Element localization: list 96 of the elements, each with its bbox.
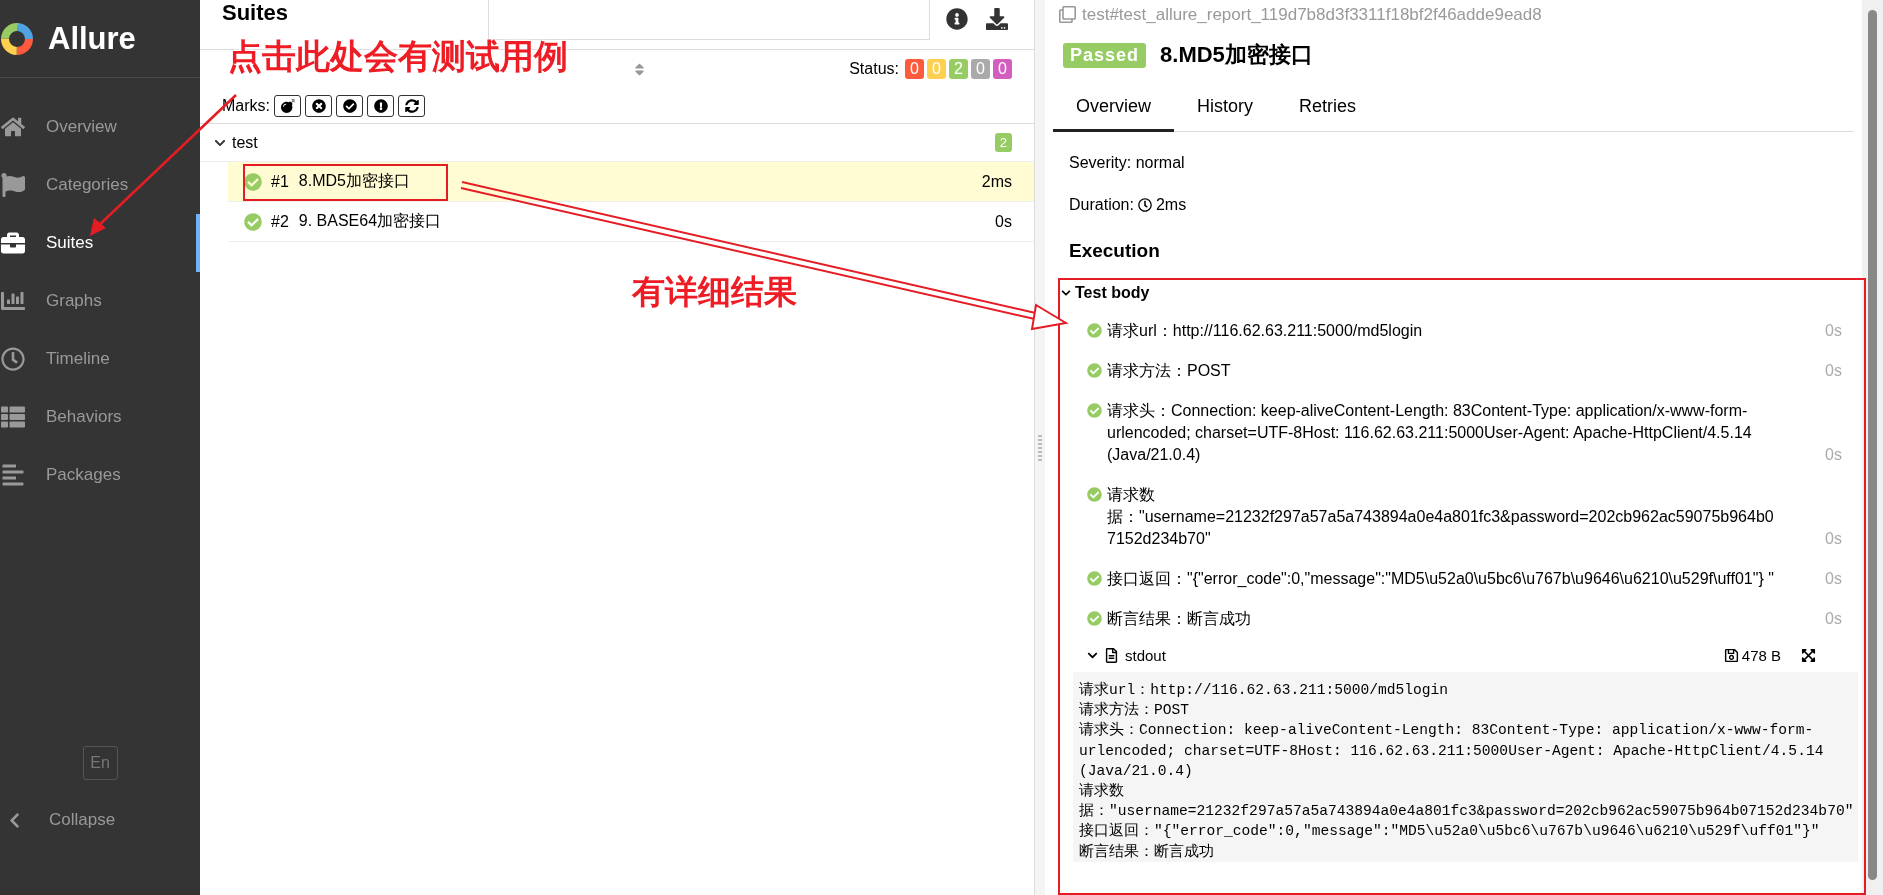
stdout-line: 请求数据："username=21232f297a57a5a743894a0e4a801fc3&password=202cb962ac59075b964b07152d234b70" — [1079, 781, 1854, 822]
stdout-line: 请求头：Connection: keep-aliveContent-Length: 83Content-Type: application/x-www-form-urlencoded; charset=UTF-8Host: 116.62.63.211:5000User-Agent: Apache-HttpClient/4.5.14 (Java/21.0.4) — [1079, 720, 1825, 781]
status-badge: Passed — [1063, 42, 1147, 68]
test-title: 8.MD5加密接口 — [1160, 41, 1313, 69]
step-text: 请求数据："username=21232f297a57a5a743894a0e4a801fc3&password=202cb962ac59075b964b07152d234b70" — [1107, 485, 1775, 549]
step-duration: 0s — [1824, 609, 1842, 629]
test-number: #1 — [271, 172, 289, 191]
check-icon — [342, 98, 357, 113]
mark-filter-button[interactable] — [367, 94, 394, 117]
nav-item[interactable]: Categories — [0, 156, 200, 214]
nav-label: Behaviors — [46, 407, 122, 427]
stdout-line: 断言结果：断言成功 — [1079, 842, 1215, 862]
step-duration: 0s — [1824, 569, 1842, 589]
step-duration: 0s — [1824, 445, 1842, 465]
test-count: 2 — [994, 133, 1012, 152]
tab[interactable]: Overview — [1053, 82, 1174, 132]
annotation-text: 有详细结果 — [632, 272, 797, 312]
test-number: #2 — [271, 212, 289, 231]
stdout-line: 请求方法：POST — [1079, 700, 1191, 721]
home-icon — [0, 115, 26, 139]
section-title: Execution — [1069, 240, 1161, 262]
step-text: 接口返回："{"error_code":0,"message":"MD5\u52a0\u5bc6\u767b\u9646\u6210\u529f\uff01"} " — [1107, 569, 1775, 589]
test-name: 8.MD5加密接口 — [298, 171, 410, 191]
step-text: 请求头：Connection: keep-aliveContent-Length: 83Content-Type: application/x-www-form-urlencoded; charset=UTF-8Host: 116.62.63.211:5000User-Agent: Apache-HttpClient/4.5.14 (Java/21.0.4) — [1107, 401, 1753, 465]
test-duration: 0s — [995, 212, 1012, 231]
severity-text: Severity: normal — [1068, 154, 1186, 172]
status-count[interactable]: 0 — [993, 59, 1012, 79]
list-icon — [0, 405, 26, 429]
check-icon — [244, 172, 262, 191]
allure-logo — [0, 21, 34, 56]
nav-item[interactable]: Behaviors — [0, 388, 200, 446]
step-text: 请求url：http://116.62.63.211:5000/md5login — [1107, 321, 1424, 341]
collapse-link[interactable]: Collapse — [49, 810, 116, 830]
suite-name: test — [232, 133, 258, 152]
test-row[interactable]: #1 8.MD5加密接口 2ms — [228, 162, 1034, 202]
mark-filter-button[interactable] — [274, 94, 301, 117]
tab[interactable]: History — [1174, 82, 1277, 132]
test-duration: 2ms — [981, 172, 1012, 191]
flag-icon — [0, 173, 26, 197]
chevron-icon — [1061, 288, 1071, 298]
language-button[interactable]: En — [82, 746, 118, 780]
nav-label: Suites — [46, 233, 94, 253]
attachment-header[interactable]: stdout 478 B — [1087, 644, 1862, 666]
duration-label: Duration: — [1069, 196, 1134, 214]
nav-label: Categories — [46, 175, 129, 195]
nav-item[interactable]: Graphs — [0, 272, 200, 330]
step-text: 断言结果：断言成功 — [1107, 609, 1252, 629]
step-duration: 0s — [1824, 321, 1842, 341]
step-duration: 0s — [1824, 361, 1842, 381]
panel-title: Suites — [222, 0, 289, 26]
status-label: Status: — [849, 60, 899, 78]
nav-label: Timeline — [46, 349, 110, 369]
lines-icon — [0, 463, 26, 487]
file-icon — [1104, 647, 1119, 663]
nav-item[interactable]: Timeline — [0, 330, 200, 388]
app-name: Allure — [48, 20, 136, 57]
duration-value: 2ms — [1155, 196, 1187, 214]
nav-label: Overview — [46, 117, 117, 137]
save-icon — [1723, 647, 1739, 663]
attachment-name: stdout — [1125, 646, 1166, 664]
annotation-text: 点击此处会有测试用例 — [228, 36, 568, 77]
cross-icon — [311, 98, 326, 113]
info-icon[interactable] — [946, 8, 968, 30]
stdout-line: 接口返回："{"error_code":0,"message":"MD5\u52a0\u5bc6\u767b\u9646\u6210\u529f\uff01"}" — [1079, 821, 1821, 842]
clock-icon — [1137, 198, 1152, 212]
refresh-icon — [404, 98, 419, 113]
test-id: test#test_allure_report_119d7b8d3f3311f18bf2f46adde9ead8 — [1082, 4, 1542, 25]
step-text: 请求方法：POST — [1107, 361, 1232, 381]
attachment-size: 478 B — [1741, 646, 1781, 664]
tab[interactable]: Retries — [1276, 82, 1380, 132]
status-count[interactable]: 0 — [905, 59, 924, 79]
nav-item[interactable]: Packages — [0, 446, 200, 504]
copy-icon[interactable] — [1059, 6, 1076, 23]
sort-icon[interactable] — [632, 61, 647, 77]
mark-filter-button[interactable] — [305, 94, 332, 117]
test-body-title: Test body — [1075, 284, 1150, 302]
nav-label: Graphs — [46, 291, 102, 311]
step-duration: 0s — [1824, 529, 1842, 549]
status-count[interactable]: 0 — [971, 59, 990, 79]
stdout-line: 请求url：http://116.62.63.211:5000/md5login — [1079, 680, 1450, 700]
expand-icon[interactable] — [1801, 647, 1816, 663]
marks-label: Marks: — [222, 96, 270, 115]
nav-label: Packages — [46, 465, 121, 485]
briefcase-icon — [0, 231, 26, 255]
test-body-header[interactable]: Test body — [1061, 284, 1862, 302]
bomb-icon — [280, 98, 295, 113]
nav-item[interactable]: Overview — [0, 98, 200, 156]
mark-filter-button[interactable] — [336, 94, 363, 117]
exclamation-icon — [373, 98, 388, 113]
download-icon[interactable] — [986, 8, 1008, 30]
scrollbar[interactable] — [1862, 0, 1883, 895]
check-icon — [244, 212, 262, 231]
test-name: 9. BASE64加密接口 — [298, 211, 442, 231]
clock-icon — [0, 347, 26, 371]
mark-filter-button[interactable] — [398, 94, 425, 117]
bar-chart-icon — [0, 289, 26, 313]
